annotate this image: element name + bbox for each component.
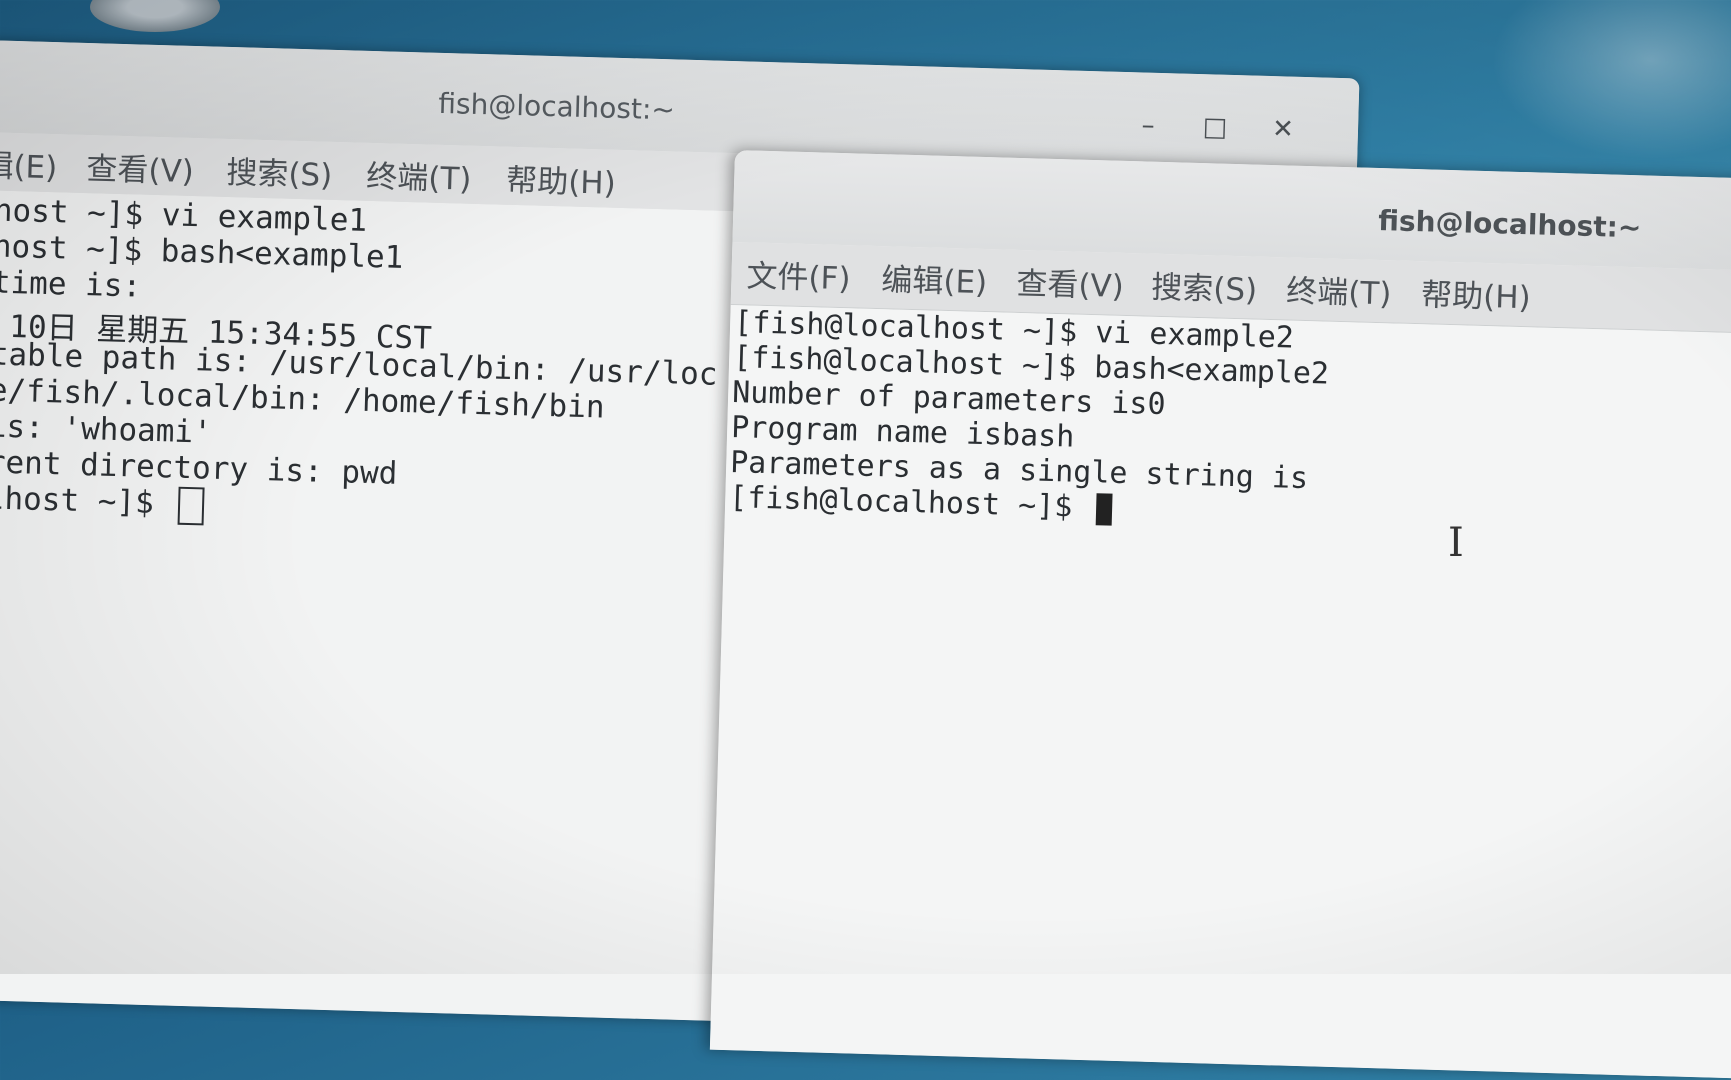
terminal-prompt: alhost ~]$ xyxy=(0,479,155,522)
right-window-title: fish@localhost:~ xyxy=(1377,203,1642,245)
menu-edit[interactable]: 辑(E) xyxy=(0,140,58,187)
terminal-line: time is: xyxy=(0,264,142,305)
minimize-icon[interactable]: – xyxy=(1133,110,1164,141)
menu-help[interactable]: 帮助(H) xyxy=(1421,269,1532,317)
menu-terminal[interactable]: 终端(T) xyxy=(366,151,472,199)
terminal-cursor xyxy=(177,486,205,525)
text-cursor-icon: I xyxy=(1448,520,1464,566)
menu-terminal[interactable]: 终端(T) xyxy=(1286,265,1392,313)
maximize-icon[interactable]: □ xyxy=(1200,112,1231,143)
menu-search[interactable]: 搜索(S) xyxy=(226,147,333,195)
menu-edit[interactable]: 编辑(E) xyxy=(881,254,988,302)
menu-search[interactable]: 搜索(S) xyxy=(1151,262,1258,310)
terminal-prompt-line: alhost ~]$ xyxy=(0,480,205,525)
right-terminal-window[interactable]: fish@localhost:~ 文件(F) 编辑(E) 查看(V) 搜索(S)… xyxy=(709,150,1731,1080)
right-terminal-output[interactable]: [fish@localhost ~]$ vi example2 [fish@lo… xyxy=(709,304,1731,1080)
menu-view[interactable]: 查看(V) xyxy=(86,143,195,191)
menu-file[interactable]: 文件(F) xyxy=(746,250,851,298)
menu-help[interactable]: 帮助(H) xyxy=(506,155,617,203)
desktop-background-glare xyxy=(1491,0,1731,160)
desktop-disc-icon[interactable] xyxy=(90,0,220,32)
terminal-line: cis: 'whoami' xyxy=(0,407,213,451)
menu-view[interactable]: 查看(V) xyxy=(1016,258,1125,306)
close-icon[interactable]: ✕ xyxy=(1268,114,1299,145)
terminal-cursor xyxy=(1095,492,1113,526)
left-window-title: fish@localhost:~ xyxy=(437,86,676,127)
